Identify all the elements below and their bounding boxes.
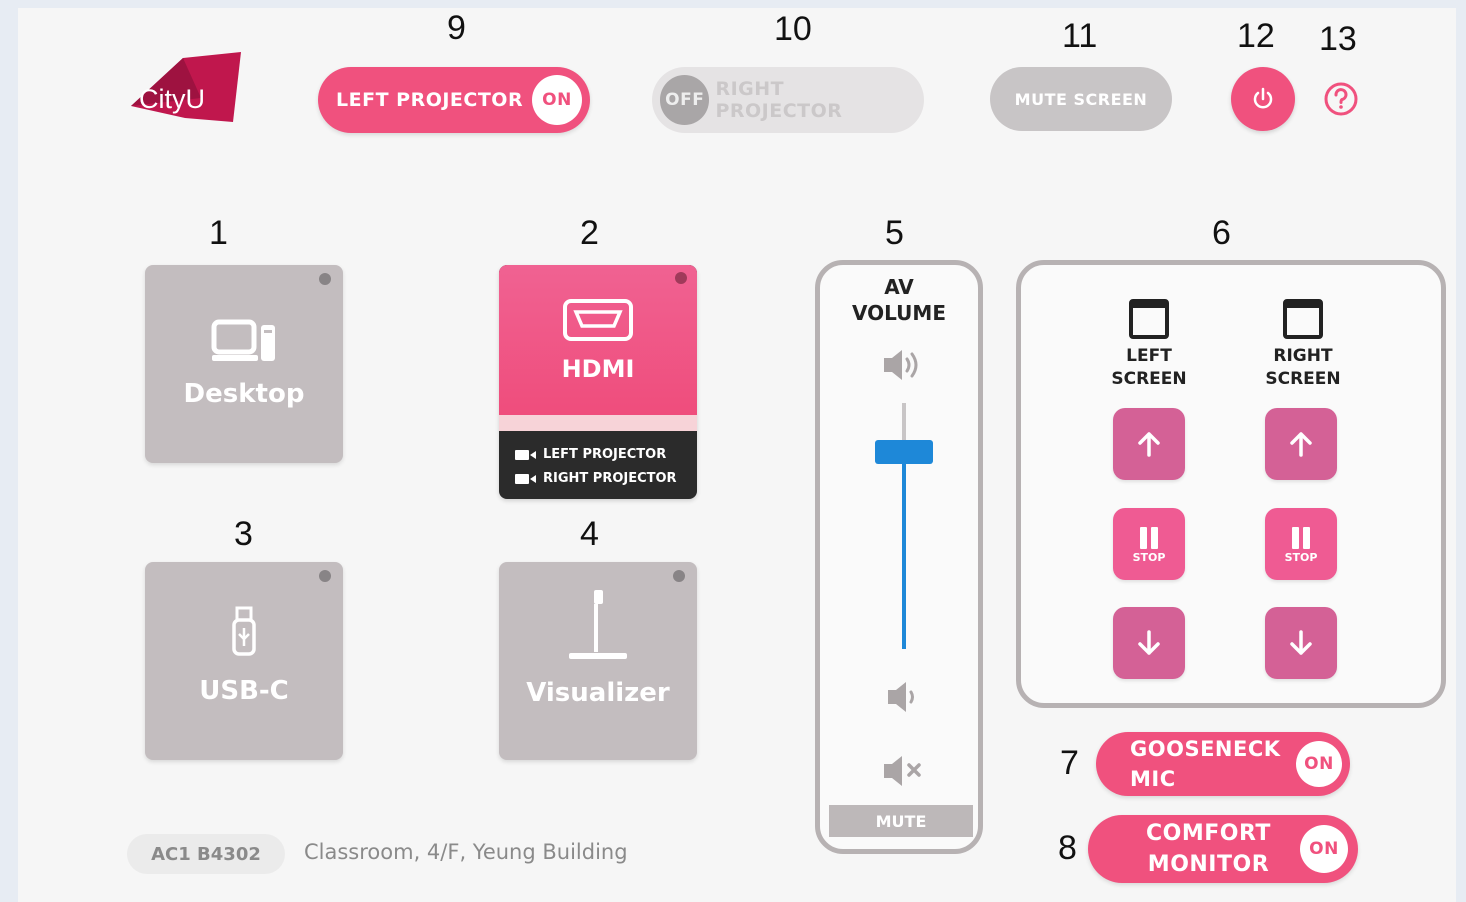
left-screen-up-button[interactable] bbox=[1113, 408, 1185, 480]
gooseneck-mic-label: GOOSENECK MIC bbox=[1130, 737, 1281, 791]
right-screen-label: RIGHT SCREEN bbox=[1265, 346, 1341, 389]
callout-3: 3 bbox=[234, 515, 253, 553]
right-screen-icon bbox=[1283, 299, 1323, 339]
hdmi-output-left: LEFT PROJECTOR bbox=[515, 447, 666, 462]
arrow-up-icon bbox=[1290, 432, 1312, 457]
right-projector-label: RIGHT PROJECTOR bbox=[715, 78, 843, 122]
right-projector-state: OFF bbox=[660, 75, 710, 125]
usb-drive-icon bbox=[232, 606, 256, 656]
callout-13: 13 bbox=[1319, 20, 1357, 58]
comfort-monitor-toggle[interactable]: COMFORT MONITOR ON bbox=[1088, 815, 1358, 883]
visualizer-icon bbox=[569, 590, 627, 659]
av-volume-panel: AV VOLUME MUTE bbox=[815, 260, 983, 854]
pause-icon bbox=[1292, 526, 1310, 549]
desktop-label: Desktop bbox=[183, 379, 305, 409]
hdmi-output-right: RIGHT PROJECTOR bbox=[515, 471, 677, 486]
hdmi-output-right-label: RIGHT PROJECTOR bbox=[543, 471, 677, 486]
mute-screen-label: MUTE SCREEN bbox=[1014, 89, 1148, 109]
hdmi-source-button[interactable]: HDMI LEFT PROJECTOR RIGHT PROJECTOR bbox=[499, 265, 697, 499]
comfort-monitor-state: ON bbox=[1300, 825, 1348, 873]
status-indicator bbox=[319, 273, 331, 285]
help-icon bbox=[1324, 82, 1358, 116]
room-code-badge: AC1 B4302 bbox=[127, 834, 285, 874]
screen-control-panel: LEFT SCREEN RIGHT SCREEN STOP STOP bbox=[1016, 260, 1446, 708]
status-indicator bbox=[675, 272, 687, 284]
usbc-label: USB-C bbox=[199, 676, 289, 706]
left-screen-stop-button[interactable]: STOP bbox=[1113, 508, 1185, 580]
cityu-logo: CityU bbox=[125, 52, 243, 130]
volume-slider-thumb[interactable] bbox=[875, 440, 933, 465]
callout-8: 8 bbox=[1058, 829, 1077, 867]
speaker-low-icon bbox=[888, 682, 914, 712]
callout-12: 12 bbox=[1237, 17, 1275, 55]
status-indicator bbox=[673, 570, 685, 582]
status-indicator bbox=[319, 570, 331, 582]
hdmi-port-icon bbox=[563, 299, 633, 341]
callout-6: 6 bbox=[1212, 214, 1231, 252]
callout-9: 9 bbox=[447, 9, 466, 47]
mute-label-bar[interactable]: MUTE bbox=[829, 805, 973, 837]
volume-up-button[interactable] bbox=[880, 345, 928, 385]
camera-icon bbox=[515, 473, 536, 484]
mute-screen-button[interactable]: MUTE SCREEN bbox=[990, 67, 1172, 131]
volume-down-button[interactable] bbox=[884, 677, 924, 717]
callout-10: 10 bbox=[774, 10, 812, 48]
left-screen-icon bbox=[1129, 299, 1169, 339]
left-projector-label: LEFT PROJECTOR bbox=[336, 89, 524, 111]
volume-slider-fill bbox=[902, 452, 906, 649]
arrow-up-icon bbox=[1138, 432, 1160, 457]
left-stop-label: STOP bbox=[1132, 550, 1166, 564]
right-projector-toggle[interactable]: OFF RIGHT PROJECTOR bbox=[652, 67, 924, 133]
arrow-down-icon bbox=[1138, 630, 1160, 655]
visualizer-source-button[interactable]: Visualizer bbox=[499, 562, 697, 760]
callout-5: 5 bbox=[885, 214, 904, 252]
left-projector-toggle[interactable]: LEFT PROJECTOR ON bbox=[318, 67, 590, 133]
av-volume-title-line2: VOLUME bbox=[852, 301, 946, 325]
svg-text:CityU: CityU bbox=[139, 84, 205, 114]
pause-icon bbox=[1140, 526, 1158, 549]
gooseneck-mic-state: ON bbox=[1296, 741, 1342, 787]
left-projector-state: ON bbox=[532, 75, 582, 125]
speaker-mute-icon bbox=[884, 756, 921, 786]
gooseneck-mic-toggle[interactable]: GOOSENECK MIC ON bbox=[1096, 732, 1350, 796]
visualizer-label: Visualizer bbox=[526, 678, 670, 708]
callout-2: 2 bbox=[580, 214, 599, 252]
callout-11: 11 bbox=[1062, 17, 1098, 55]
left-screen-label: LEFT SCREEN bbox=[1111, 346, 1187, 389]
desktop-source-button[interactable]: Desktop bbox=[145, 265, 343, 463]
power-icon bbox=[1253, 87, 1273, 109]
hdmi-output-left-label: LEFT PROJECTOR bbox=[543, 447, 667, 462]
left-screen-down-button[interactable] bbox=[1113, 607, 1185, 679]
right-stop-label: STOP bbox=[1284, 550, 1318, 564]
callout-1: 1 bbox=[209, 214, 228, 252]
speaker-loud-icon bbox=[884, 350, 918, 380]
callout-4: 4 bbox=[580, 515, 599, 553]
help-button[interactable] bbox=[1322, 80, 1360, 118]
comfort-monitor-label: COMFORT MONITOR bbox=[1146, 821, 1271, 877]
right-screen-up-button[interactable] bbox=[1265, 408, 1337, 480]
room-description: Classroom, 4/F, Yeung Building bbox=[304, 840, 628, 864]
desktop-computer-icon bbox=[211, 319, 275, 361]
hdmi-label: HDMI bbox=[561, 355, 635, 383]
camera-icon bbox=[515, 449, 536, 460]
power-button[interactable] bbox=[1231, 67, 1295, 131]
arrow-down-icon bbox=[1290, 630, 1312, 655]
right-screen-down-button[interactable] bbox=[1265, 607, 1337, 679]
mute-audio-button[interactable] bbox=[880, 751, 928, 791]
hdmi-divider bbox=[499, 415, 697, 431]
right-screen-stop-button[interactable]: STOP bbox=[1265, 508, 1337, 580]
usbc-source-button[interactable]: USB-C bbox=[145, 562, 343, 760]
av-volume-title-line1: AV bbox=[884, 275, 914, 299]
callout-7: 7 bbox=[1060, 744, 1079, 782]
